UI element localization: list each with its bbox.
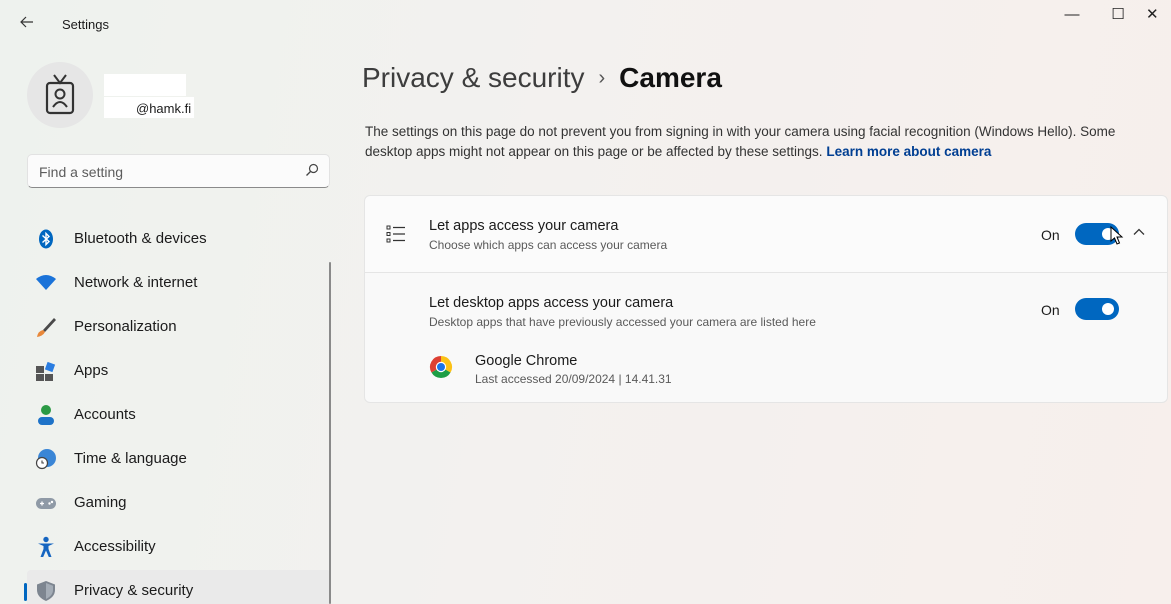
sidebar-item-accounts[interactable]: Accounts — [27, 394, 331, 438]
app-last-accessed: Last accessed 20/09/2024 | 14.41.31 — [475, 372, 672, 386]
search-icon — [305, 163, 319, 182]
sidebar-item-label: Personalization — [74, 318, 177, 335]
search-placeholder: Find a setting — [39, 164, 124, 180]
setting-subtitle: Desktop apps that have previously access… — [429, 315, 816, 329]
sidebar-item-label: Gaming — [74, 494, 127, 511]
sidebar-item-time-language[interactable]: Time & language — [27, 438, 331, 482]
sidebar-item-apps[interactable]: Apps — [27, 350, 331, 394]
toggle-state-label: On — [1041, 302, 1060, 318]
back-arrow-icon — [20, 15, 34, 32]
controller-icon — [35, 492, 57, 514]
selection-indicator — [24, 583, 27, 601]
bluetooth-icon — [35, 228, 57, 250]
sidebar-scrollbar[interactable] — [329, 262, 331, 604]
back-button[interactable] — [20, 12, 48, 36]
maximize-button[interactable]: ☐ — [1098, 4, 1138, 28]
minimize-button[interactable]: — — [1052, 4, 1092, 28]
sidebar-item-label: Time & language — [74, 450, 187, 467]
mouse-cursor-icon — [1110, 225, 1124, 251]
apps-icon — [35, 360, 57, 382]
apps-access-setting[interactable]: Let apps access your camera Choose which… — [364, 195, 1168, 273]
page-title: Camera — [619, 62, 722, 93]
user-name-redacted — [104, 74, 186, 96]
brush-icon — [35, 316, 57, 338]
sidebar-item-bluetooth[interactable]: Bluetooth & devices — [27, 218, 331, 262]
badge-icon — [45, 74, 75, 115]
sidebar-item-label: Privacy & security — [74, 582, 194, 599]
list-icon — [386, 224, 406, 249]
accessibility-icon — [35, 536, 57, 558]
page-description: The settings on this page do not prevent… — [365, 122, 1165, 162]
chevron-up-icon[interactable] — [1133, 224, 1145, 242]
sidebar-item-label: Accessibility — [74, 538, 156, 555]
sidebar-item-label: Bluetooth & devices — [74, 230, 207, 247]
sidebar-item-label: Network & internet — [74, 274, 198, 291]
app-name: Google Chrome — [475, 353, 578, 369]
setting-title: Let apps access your camera — [429, 218, 619, 234]
toggle-state-label: On — [1041, 227, 1060, 243]
breadcrumb: Privacy & security › Camera — [362, 62, 722, 94]
breadcrumb-separator: › — [598, 67, 606, 89]
sidebar-item-accessibility[interactable]: Accessibility — [27, 526, 331, 570]
desktop-apps-access-toggle[interactable] — [1075, 298, 1119, 320]
avatar[interactable] — [27, 62, 93, 128]
title-bar: Settings — ☐ ✕ — [0, 0, 1171, 48]
chrome-icon — [429, 355, 453, 379]
sidebar-item-network[interactable]: Network & internet — [27, 262, 331, 306]
sidebar-item-label: Accounts — [74, 406, 136, 423]
apps-access-expanded-panel: Let desktop apps access your camera Desk… — [364, 273, 1168, 403]
app-title: Settings — [62, 17, 109, 32]
setting-subtitle: Choose which apps can access your camera — [429, 238, 668, 252]
toggle-knob — [1102, 303, 1114, 315]
person-icon — [35, 404, 57, 426]
shield-icon — [35, 580, 57, 602]
description-text: The settings on this page do not prevent… — [365, 124, 1116, 159]
close-button[interactable]: ✕ — [1146, 4, 1171, 28]
user-email: @hamk.fi — [136, 101, 192, 116]
sidebar-nav: Bluetooth & devices Network & internet P… — [24, 218, 331, 604]
sidebar-item-gaming[interactable]: Gaming — [27, 482, 331, 526]
sidebar-item-label: Apps — [74, 362, 109, 379]
globe-clock-icon — [35, 448, 57, 470]
setting-title: Let desktop apps access your camera — [429, 295, 674, 311]
sidebar-item-personalization[interactable]: Personalization — [27, 306, 331, 350]
wifi-icon — [35, 272, 57, 294]
sidebar-item-privacy-security[interactable]: Privacy & security — [24, 570, 331, 604]
learn-more-link[interactable]: Learn more about camera — [826, 144, 991, 159]
search-input[interactable]: Find a setting — [27, 154, 330, 188]
breadcrumb-parent[interactable]: Privacy & security — [362, 62, 585, 93]
